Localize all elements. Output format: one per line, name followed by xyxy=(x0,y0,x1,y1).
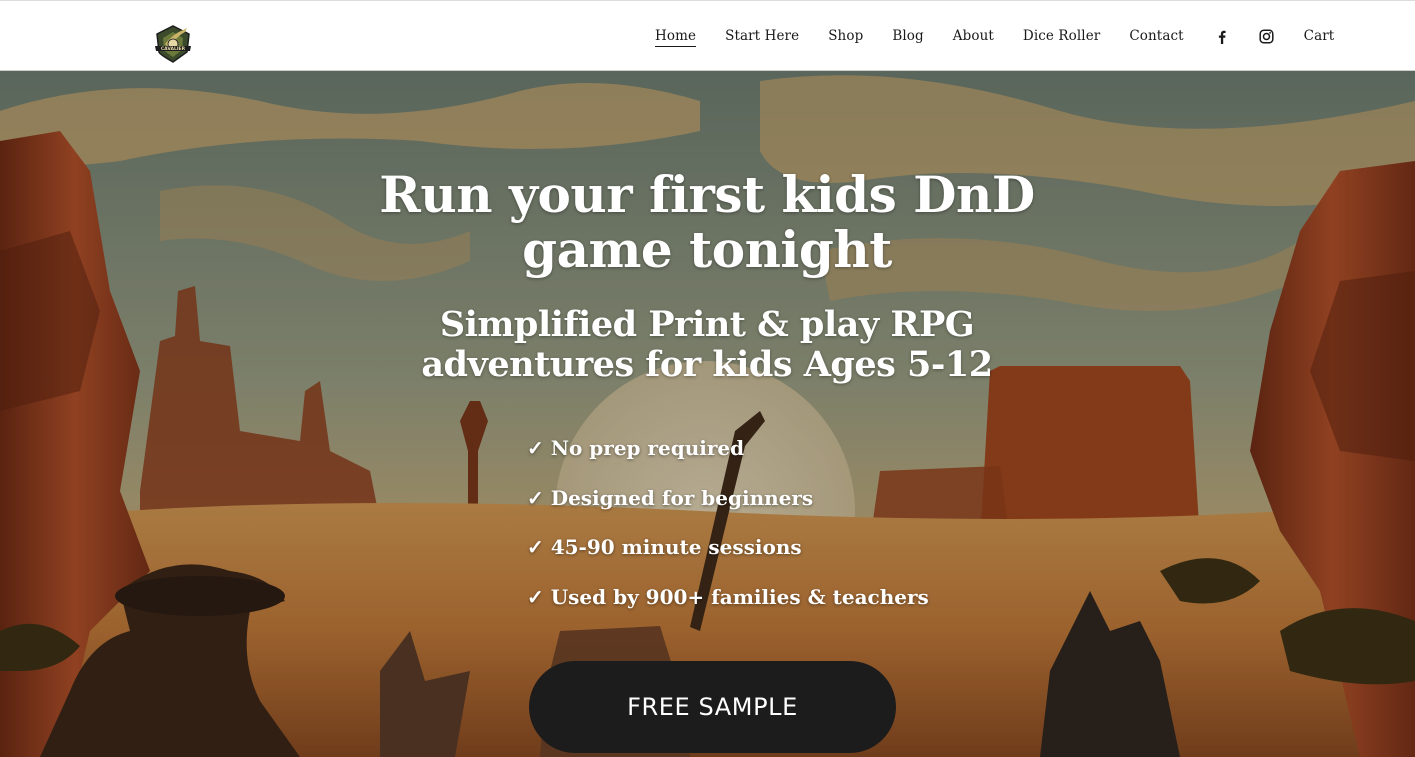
facebook-icon[interactable] xyxy=(1214,29,1230,45)
feature-item: ✓ Designed for beginners xyxy=(527,485,814,510)
site-header: CAVALIER Home Start Here Shop Blog About… xyxy=(0,0,1415,71)
nav-home[interactable]: Home xyxy=(655,27,697,47)
nav-contact[interactable]: Contact xyxy=(1129,27,1183,46)
cavalier-logo[interactable]: CAVALIER xyxy=(151,22,195,64)
cart-link[interactable]: Cart xyxy=(1304,27,1335,46)
feature-list: ✓ No prep required ✓ Designed for beginn… xyxy=(527,435,947,633)
free-sample-button[interactable]: FREE SAMPLE xyxy=(529,661,896,753)
hero-section: Run your first kids DnD game tonight Sim… xyxy=(0,71,1415,757)
nav-start-here[interactable]: Start Here xyxy=(725,27,799,46)
nav-dice-roller[interactable]: Dice Roller xyxy=(1023,27,1100,46)
hero-subtitle: Simplified Print & play RPG adventures f… xyxy=(421,304,993,385)
nav-blog[interactable]: Blog xyxy=(892,27,923,46)
feature-item: ✓ No prep required xyxy=(527,436,745,460)
nav-shop[interactable]: Shop xyxy=(828,27,863,46)
feature-item: ✓ 45-90 minute sessions xyxy=(527,535,802,559)
feature-item: ✓ Used by 900+ families & teachers xyxy=(527,584,929,609)
nav-about[interactable]: About xyxy=(953,27,994,46)
hero-title: Run your first kids DnD game tonight xyxy=(379,165,1035,279)
main-nav: Home Start Here Shop Blog About Dice Rol… xyxy=(655,1,1334,72)
logo-text: CAVALIER xyxy=(161,46,186,52)
instagram-icon[interactable] xyxy=(1259,29,1275,45)
